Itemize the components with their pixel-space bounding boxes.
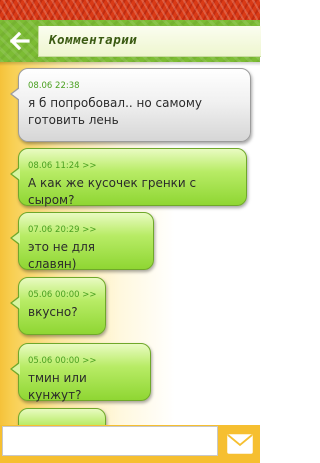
comment-text: тмин или кунжут? <box>28 371 87 402</box>
comment-meta: 08.06 22:38 <box>28 81 80 91</box>
comment-text: А как же кусочек гренки с сыром? <box>28 176 197 207</box>
comment-meta: 08.06 11:24 >> <box>28 161 97 171</box>
comment-meta: 05.06 00:00 >> <box>28 356 97 366</box>
comment-meta: 05.06 00:00 >> <box>28 290 97 300</box>
title-bar: Комментарии <box>38 26 261 57</box>
composer-bar <box>0 425 260 463</box>
comment-bubble-partial[interactable] <box>18 408 106 425</box>
envelope-icon <box>227 434 253 454</box>
comment-bubble[interactable]: 08.06 11:24 >> А как же кусочек гренки с… <box>10 148 247 207</box>
comment-bubble[interactable]: 05.06 00:00 >> тмин или кунжут? <box>10 343 151 402</box>
comment-bubble[interactable]: 07.06 20:29 >> это не для славян) <box>10 212 154 271</box>
header-shadow <box>0 62 260 66</box>
send-button[interactable] <box>224 428 256 460</box>
comment-text: вкусно? <box>28 305 78 319</box>
comment-text: я б попробовал.. но самому готовить лень <box>28 96 203 127</box>
header: Комментарии <box>0 20 261 62</box>
page-title: Комментарии <box>49 32 138 47</box>
top-decor-strip <box>0 0 260 20</box>
comment-bubble[interactable]: 08.06 22:38 я б попробовал.. но самому г… <box>10 68 251 142</box>
comment-text: это не для славян) <box>28 240 95 271</box>
arrow-left-icon <box>10 32 30 50</box>
comment-meta: 07.06 20:29 >> <box>28 225 97 235</box>
comment-input[interactable] <box>2 426 218 456</box>
comment-bubble[interactable]: 05.06 00:00 >> вкусно? <box>10 277 106 335</box>
comments-list[interactable]: 08.06 22:38 я б попробовал.. но самому г… <box>0 62 260 425</box>
back-button[interactable] <box>6 28 34 54</box>
